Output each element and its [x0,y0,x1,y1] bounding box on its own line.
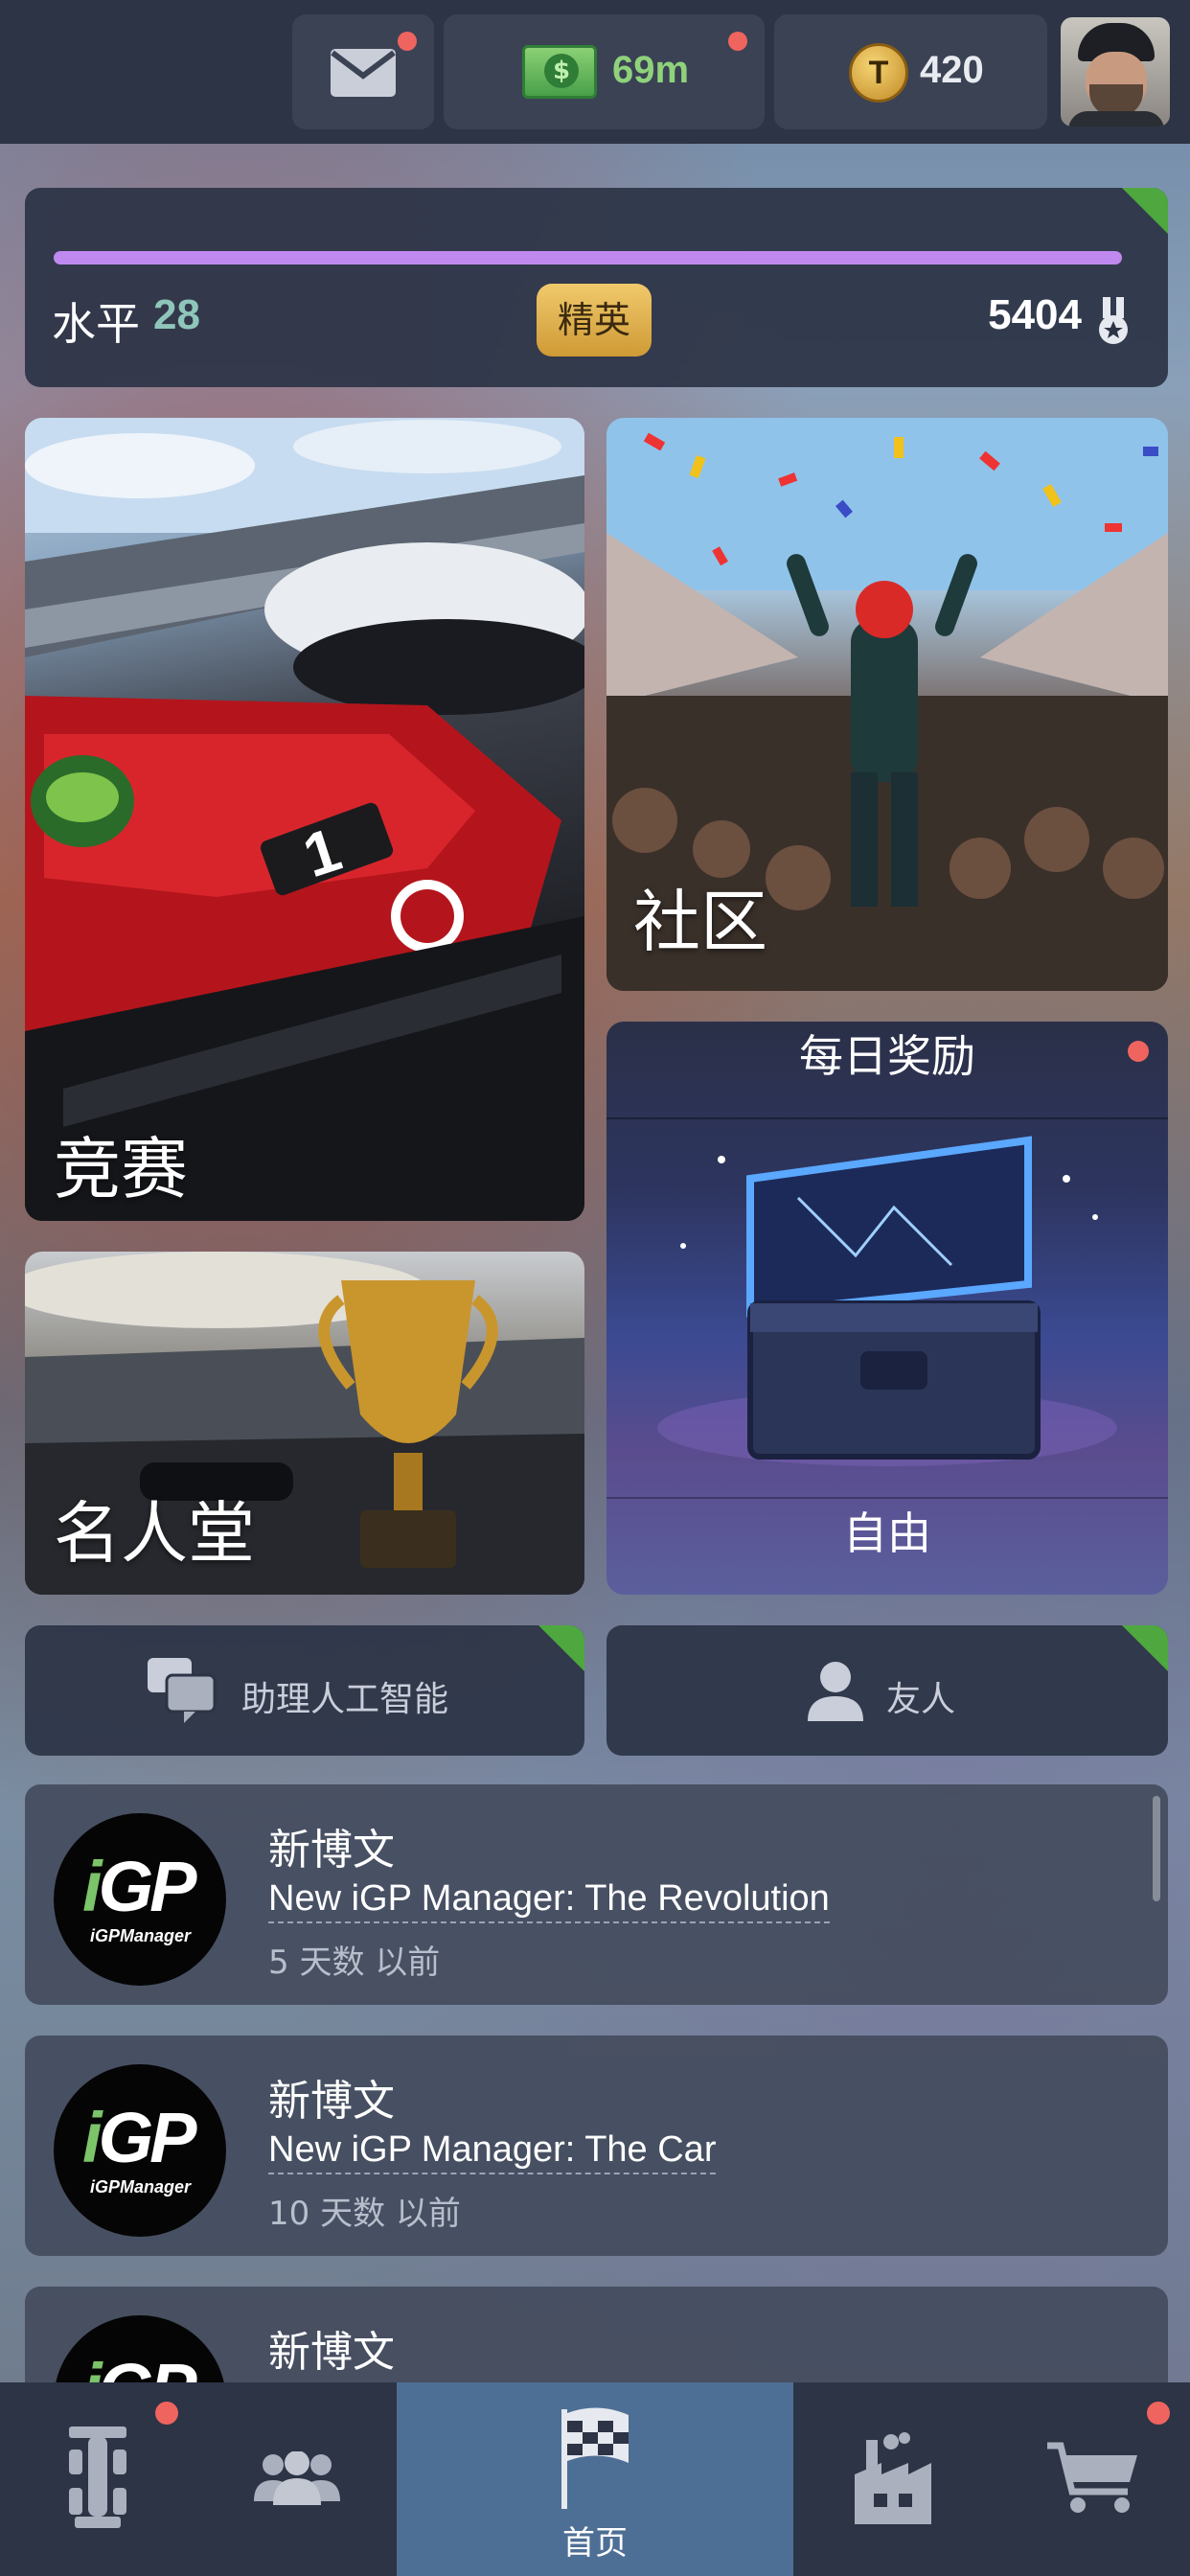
community-title: 社区 [633,883,767,961]
scrollbar[interactable] [1153,1796,1160,1901]
team-icon [254,2451,340,2505]
daily-reward-tile[interactable]: 每日奖励 自由 [606,1022,1168,1595]
top-bar: $ 69m T 420 [0,0,1190,144]
tier-badge: 精英 [537,284,652,356]
corner-flag-icon [538,1625,584,1671]
news-heading: 新博文 [268,2328,395,2377]
igp-logo: iGP iGPManager [54,2064,226,2237]
community-tile[interactable]: 社区 [606,418,1168,991]
nav-factory[interactable] [793,2382,992,2576]
igp-logo: iGP iGPManager [54,1813,226,1986]
level-panel[interactable]: 水平 28 精英 5404 [25,188,1168,387]
nav-home-label: 首页 [562,2524,628,2563]
mail-notification-dot [398,32,417,51]
friends-label: 友人 [886,1680,956,1719]
daily-reward-notification-dot [1128,1041,1149,1062]
car-notification-dot [155,2402,178,2425]
news-item[interactable]: iGP iGPManager 新博文 New iGP Manager: The … [25,1784,1168,2005]
friends-button[interactable]: 友人 [606,1625,1168,1756]
cash-button[interactable]: $ 69m [444,14,765,129]
cash-notification-dot [728,32,747,51]
race-title: 竞赛 [54,1130,188,1208]
level-label: 水平 [52,298,140,350]
tokens-button[interactable]: T 420 [774,14,1047,129]
corner-flag-icon [1122,188,1168,234]
news-time: 5 天数 以前 [268,1944,441,1982]
ai-assistant-label: 助理人工智能 [241,1680,449,1719]
level-progress-bar [54,251,1122,264]
car-icon [69,2426,126,2528]
nav-shop[interactable] [992,2382,1190,2576]
nav-home[interactable]: 首页 [397,2382,793,2576]
avatar[interactable] [1061,17,1170,126]
chat-bubbles-icon [148,1658,217,1723]
nav-car[interactable] [0,2382,198,2576]
cart-icon [1047,2442,1137,2513]
level-value: 28 [153,291,200,338]
bottom-nav: 首页 [0,2382,1190,2576]
news-time: 10 天数 以前 [268,2195,461,2233]
reward-chest-icon [657,1136,1117,1466]
flag-icon [561,2407,629,2509]
corner-flag-icon [1122,1625,1168,1671]
news-link[interactable]: New iGP Manager: The Revolution [268,1878,830,1923]
hall-of-fame-tile[interactable]: 名人堂 [25,1252,584,1595]
news-link[interactable]: New iGP Manager: The Car [268,2129,717,2174]
daily-reward-footer: 自由 [606,1497,1168,1595]
mail-icon [331,49,396,97]
cash-icon: $ [522,45,597,99]
news-heading: 新博文 [268,1826,395,1874]
factory-icon [855,2432,931,2524]
nav-team[interactable] [198,2382,397,2576]
points-value: 5404 [988,291,1082,338]
race-tile[interactable]: 1 竞赛 [25,418,584,1221]
tokens-value: 420 [920,49,984,91]
medal-icon [1099,297,1128,344]
shop-notification-dot [1147,2402,1170,2425]
race-car-illustration: 1 [25,418,584,1221]
cash-value: 69m [612,49,690,91]
token-icon: T [849,43,908,103]
ai-assistant-button[interactable]: 助理人工智能 [25,1625,584,1756]
mail-button[interactable] [292,14,434,129]
news-heading: 新博文 [268,2077,395,2126]
hall-of-fame-title: 名人堂 [54,1494,255,1573]
news-item[interactable]: iGP iGPManager 新博文 New iGP Manager: The … [25,2036,1168,2256]
person-icon [808,1662,863,1721]
daily-reward-title: 每日奖励 [606,1022,1168,1119]
